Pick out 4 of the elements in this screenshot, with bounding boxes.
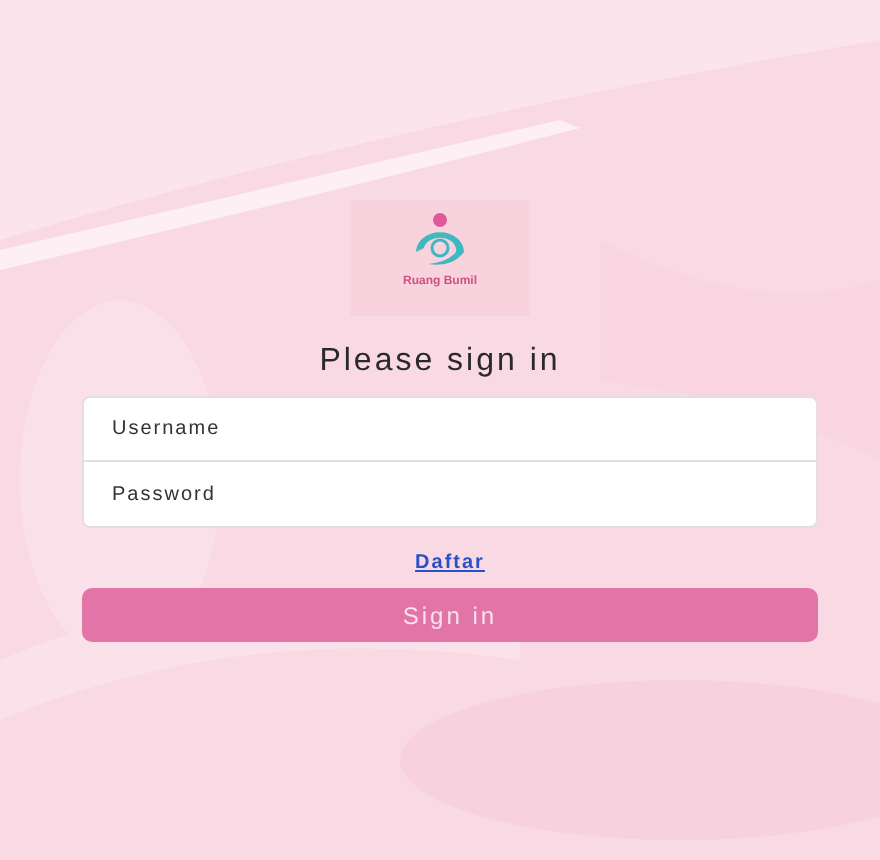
page-title: Please sign in	[319, 344, 561, 380]
input-field[interactable]: Password	[82, 462, 818, 528]
register-link[interactable]: Daftar	[415, 552, 485, 574]
input-field[interactable]: Username	[82, 396, 818, 462]
